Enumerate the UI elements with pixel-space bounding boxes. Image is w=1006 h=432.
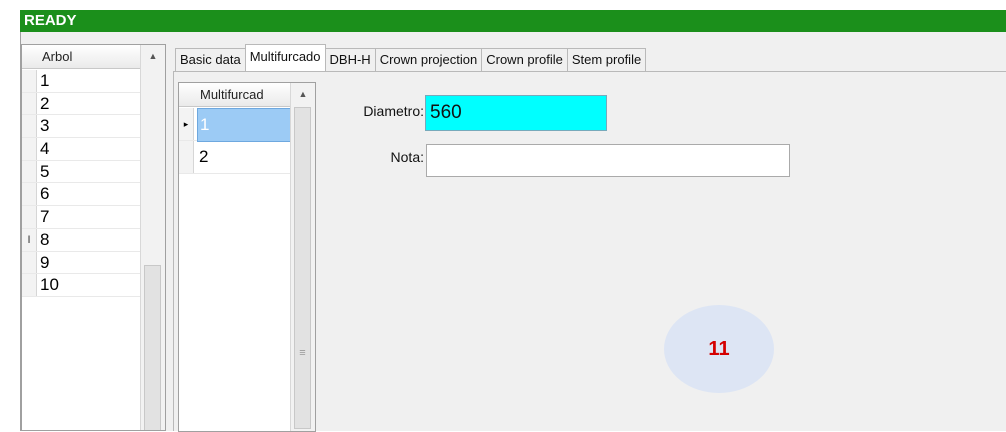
multifurcado-grid[interactable]: Multifurcad ▸ 1 2 ▲ ≡ xyxy=(178,82,316,432)
arbol-cell[interactable]: 2 xyxy=(40,93,49,115)
arbol-cell[interactable]: 7 xyxy=(40,206,49,228)
row-selector[interactable] xyxy=(22,183,37,206)
arbol-row[interactable]: 2 xyxy=(22,92,142,116)
multifurcado-row[interactable]: 2 xyxy=(179,141,291,174)
arbol-cell[interactable]: 1 xyxy=(40,70,49,92)
main-window: Arbol 1 2 3 4 5 6 7 I8 9 10 ▲ Basic data… xyxy=(20,32,1006,432)
tab-crown-profile[interactable]: Crown profile xyxy=(481,48,568,71)
arbol-grid[interactable]: Arbol 1 2 3 4 5 6 7 I8 9 10 ▲ xyxy=(21,44,166,431)
arbol-cell[interactable]: 6 xyxy=(40,183,49,205)
arbol-row[interactable]: 10 xyxy=(22,274,142,297)
diametro-field[interactable]: 560 xyxy=(425,95,607,131)
arbol-scrollbar[interactable]: ▲ xyxy=(140,45,165,430)
multifurcado-row[interactable]: ▸ 1 xyxy=(179,108,291,142)
tab-strip: Basic data Multifurcado DBH-H Crown proj… xyxy=(175,44,647,71)
row-selector[interactable] xyxy=(22,160,37,183)
arbol-rows: 1 2 3 4 5 6 7 I8 9 10 xyxy=(22,70,142,297)
row-pointer-icon[interactable]: ▸ xyxy=(179,108,194,140)
row-selector[interactable] xyxy=(22,206,37,228)
arbol-cell[interactable]: 9 xyxy=(40,252,49,274)
arbol-cell[interactable]: 4 xyxy=(40,138,49,160)
arbol-row[interactable]: I8 xyxy=(22,228,142,252)
row-selector[interactable] xyxy=(22,274,37,296)
arbol-cell[interactable]: 5 xyxy=(40,161,49,183)
nota-field[interactable] xyxy=(426,144,790,177)
status-text: READY xyxy=(24,12,77,29)
arbol-row[interactable]: 7 xyxy=(22,206,142,229)
row-selector[interactable] xyxy=(22,70,37,92)
tab-multifurcado[interactable]: Multifurcado xyxy=(244,44,326,71)
tab-panel-multifurcado: Multifurcad ▸ 1 2 ▲ ≡ Diametro: 560 Nota… xyxy=(173,71,1006,432)
scroll-thumb[interactable] xyxy=(294,107,311,429)
tab-stem-profile[interactable]: Stem profile xyxy=(566,48,647,71)
tab-dbh-h[interactable]: DBH-H xyxy=(324,48,376,71)
tab-basic-data[interactable]: Basic data xyxy=(175,48,246,71)
row-selector[interactable] xyxy=(179,141,194,173)
diametro-label: Diametro: xyxy=(363,103,424,119)
arbol-row[interactable]: 4 xyxy=(22,138,142,161)
tab-crown-projection[interactable]: Crown projection xyxy=(374,48,483,71)
arbol-cell[interactable]: 10 xyxy=(40,274,59,296)
arbol-cell[interactable]: 3 xyxy=(40,115,49,137)
arbol-cell[interactable]: 8 xyxy=(40,229,49,251)
multifurcado-cell[interactable]: 2 xyxy=(197,141,291,173)
arbol-row[interactable]: 6 xyxy=(22,183,142,207)
row-selector[interactable] xyxy=(22,251,37,274)
row-selector[interactable] xyxy=(22,138,37,160)
multifurcado-column-header[interactable]: Multifurcad xyxy=(179,83,291,107)
multifurcado-scrollbar[interactable]: ▲ ≡ xyxy=(290,83,315,431)
arbol-column-header[interactable]: Arbol xyxy=(22,45,142,69)
row-selector[interactable] xyxy=(22,92,37,115)
arbol-row[interactable]: 5 xyxy=(22,160,142,184)
multifurcado-rows: ▸ 1 2 xyxy=(179,108,291,174)
arbol-row[interactable]: 9 xyxy=(22,251,142,275)
scroll-up-arrow-icon[interactable]: ▲ xyxy=(141,45,165,67)
status-bar: READY xyxy=(20,10,1006,32)
scroll-up-arrow-icon[interactable]: ▲ xyxy=(291,83,315,105)
scroll-grip-icon: ≡ xyxy=(299,347,306,359)
row-selector[interactable]: I xyxy=(22,228,37,251)
arbol-row[interactable]: 3 xyxy=(22,115,142,139)
multifurcado-cell[interactable]: 1 xyxy=(197,108,291,142)
arbol-row[interactable]: 1 xyxy=(22,70,142,93)
nota-label: Nota: xyxy=(390,149,424,165)
row-selector[interactable] xyxy=(22,115,37,138)
scroll-thumb[interactable] xyxy=(144,265,161,430)
step-number-badge: 11 xyxy=(664,305,774,393)
